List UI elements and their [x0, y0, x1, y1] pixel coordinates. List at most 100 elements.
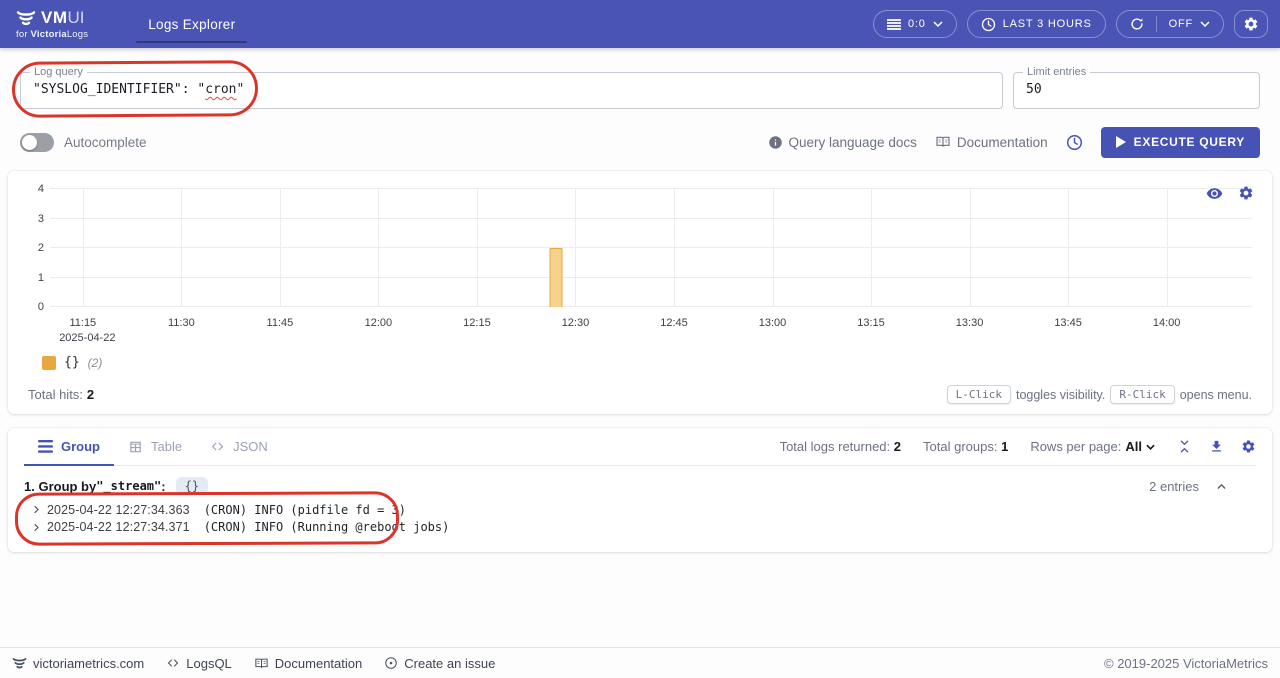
x-tick-label: 12:30: [562, 317, 590, 329]
table-icon: [128, 440, 143, 454]
x-tick-label: 14:00: [1153, 317, 1181, 329]
legend-series-label: {}: [64, 355, 80, 370]
r-click-hint-text: opens menu.: [1180, 388, 1252, 402]
footer: victoriametrics.com LogsQL Documentation…: [0, 647, 1280, 678]
logs-results-panel: Group Table JSON Total logs returned: 2 …: [8, 428, 1272, 552]
total-hits: Total hits:2: [28, 387, 94, 402]
code-icon: [166, 657, 180, 669]
log-query-input[interactable]: Log query "SYSLOG_IDENTIFIER": "cron": [20, 72, 1003, 109]
execute-query-label: EXECUTE QUERY: [1134, 135, 1245, 149]
toggle-knob: [22, 135, 37, 150]
logsql-link[interactable]: LogsQL: [166, 656, 232, 671]
time-range-label: LAST 3 HOURS: [1003, 18, 1092, 30]
settings-button[interactable]: [1234, 10, 1268, 38]
x-tick-label: 13:30: [956, 317, 984, 329]
layout-grid-value: 0:0: [908, 18, 926, 30]
documentation-label: Documentation: [957, 135, 1048, 150]
book-icon: [935, 134, 951, 150]
y-tick-label: 4: [38, 183, 44, 195]
query-history-button[interactable]: [1066, 134, 1083, 151]
play-icon: [1116, 136, 1126, 148]
clock-icon: [1066, 134, 1083, 151]
total-logs-returned: Total logs returned: 2: [780, 439, 901, 454]
entries-count: 2 entries: [1149, 479, 1199, 494]
collapse-all-icon[interactable]: [1177, 439, 1192, 454]
query-docs-label: Query language docs: [789, 135, 917, 150]
gear-icon[interactable]: [1238, 185, 1254, 201]
stream-badge[interactable]: {}: [176, 477, 208, 495]
log-timestamp: 2025-04-22 12:27:34.363: [47, 503, 190, 517]
log-query-value[interactable]: "SYSLOG_IDENTIFIER": "cron": [21, 73, 1002, 106]
x-tick-label: 13:15: [857, 317, 885, 329]
limit-entries-label: Limit entries: [1023, 66, 1090, 78]
v-gridline: [970, 189, 971, 307]
tab-table[interactable]: Table: [114, 428, 196, 465]
l-click-kbd: L-Click: [947, 385, 1011, 404]
chart-legend[interactable]: {} (2): [42, 355, 1256, 370]
v-gridline: [280, 189, 281, 307]
log-row[interactable]: 2025-04-22 12:27:34.363 (CRON) INFO (pid…: [24, 501, 1256, 519]
vmui-logo[interactable]: VMUI for VictoriaLogs: [12, 0, 92, 48]
v-gridline: [1068, 189, 1069, 307]
gear-icon: [1243, 16, 1259, 32]
gear-icon[interactable]: [1241, 439, 1256, 454]
tab-logs-explorer[interactable]: Logs Explorer: [130, 0, 253, 48]
tab-json-label: JSON: [233, 439, 268, 454]
rows-per-page-dropdown[interactable]: Rows per page: All: [1030, 439, 1155, 454]
v-gridline: [773, 189, 774, 307]
chart-bar[interactable]: [549, 248, 562, 307]
chevron-right-icon[interactable]: [32, 523, 41, 532]
logo-subtitle: for VictoriaLogs: [16, 29, 88, 40]
code-icon: [210, 440, 225, 453]
total-groups: Total groups: 1: [923, 439, 1008, 454]
autocomplete-label: Autocomplete: [64, 135, 147, 150]
group-title: 1. Group by "_stream": {}: [24, 477, 208, 495]
autocomplete-toggle[interactable]: [20, 133, 54, 152]
v-gridline: [477, 189, 478, 307]
x-tick-label: 12:00: [365, 317, 393, 329]
victoriametrics-site-link[interactable]: victoriametrics.com: [12, 656, 144, 671]
caret-down-icon: [1200, 21, 1210, 27]
x-tick-label: 12:15: [463, 317, 491, 329]
x-tick-label: 11:45: [267, 317, 294, 329]
time-range-button[interactable]: LAST 3 HOURS: [967, 10, 1106, 38]
refresh-interval-dropdown[interactable]: OFF: [1169, 18, 1210, 30]
layout-grid-button[interactable]: 0:0: [873, 10, 957, 38]
documentation-link[interactable]: Documentation: [935, 134, 1048, 150]
list-icon: [38, 440, 53, 453]
hits-bar-chart[interactable]: 01234 11:152025-04-2211:3011:4512:0012:1…: [24, 179, 1256, 347]
tab-json[interactable]: JSON: [196, 428, 282, 465]
create-issue-link[interactable]: Create an issue: [384, 656, 495, 671]
footer-documentation-link[interactable]: Documentation: [254, 656, 362, 671]
log-message: (CRON) INFO (Running @reboot jobs): [204, 520, 450, 534]
tab-group[interactable]: Group: [24, 428, 114, 465]
chart-x-labels: 11:152025-04-2211:3011:4512:0012:1512:30…: [50, 317, 1252, 347]
v-gridline: [575, 189, 576, 307]
log-rows-list: 2025-04-22 12:27:34.363 (CRON) INFO (pid…: [24, 501, 1256, 536]
tab-table-label: Table: [151, 439, 182, 454]
query-language-docs-link[interactable]: Query language docs: [768, 135, 917, 150]
vm-logo-icon: [16, 10, 36, 27]
info-icon: [768, 135, 783, 150]
chevron-up-icon[interactable]: [1215, 480, 1228, 493]
y-tick-label: 1: [38, 272, 44, 284]
v-gridline: [674, 189, 675, 307]
execute-query-button[interactable]: EXECUTE QUERY: [1101, 127, 1260, 158]
menu-icon: [887, 19, 901, 30]
chevron-right-icon[interactable]: [32, 505, 41, 514]
chart-plot: [50, 189, 1252, 307]
limit-entries-input[interactable]: Limit entries 50: [1013, 72, 1260, 109]
rows-per-page-value: All: [1125, 439, 1142, 454]
legend-swatch[interactable]: [42, 356, 56, 370]
v-gridline: [181, 189, 182, 307]
query-section: Log query "SYSLOG_IDENTIFIER": "cron" Li…: [0, 48, 1280, 157]
eye-icon[interactable]: [1206, 185, 1223, 202]
y-tick-label: 0: [38, 301, 44, 313]
vm-logo-icon: [12, 657, 27, 670]
refresh-icon[interactable]: [1130, 17, 1144, 31]
download-icon[interactable]: [1209, 439, 1224, 454]
log-timestamp: 2025-04-22 12:27:34.371: [47, 520, 190, 534]
x-tick-label: 11:15: [69, 317, 96, 329]
v-gridline: [83, 189, 84, 307]
log-row[interactable]: 2025-04-22 12:27:34.371 (CRON) INFO (Run…: [24, 519, 1256, 537]
